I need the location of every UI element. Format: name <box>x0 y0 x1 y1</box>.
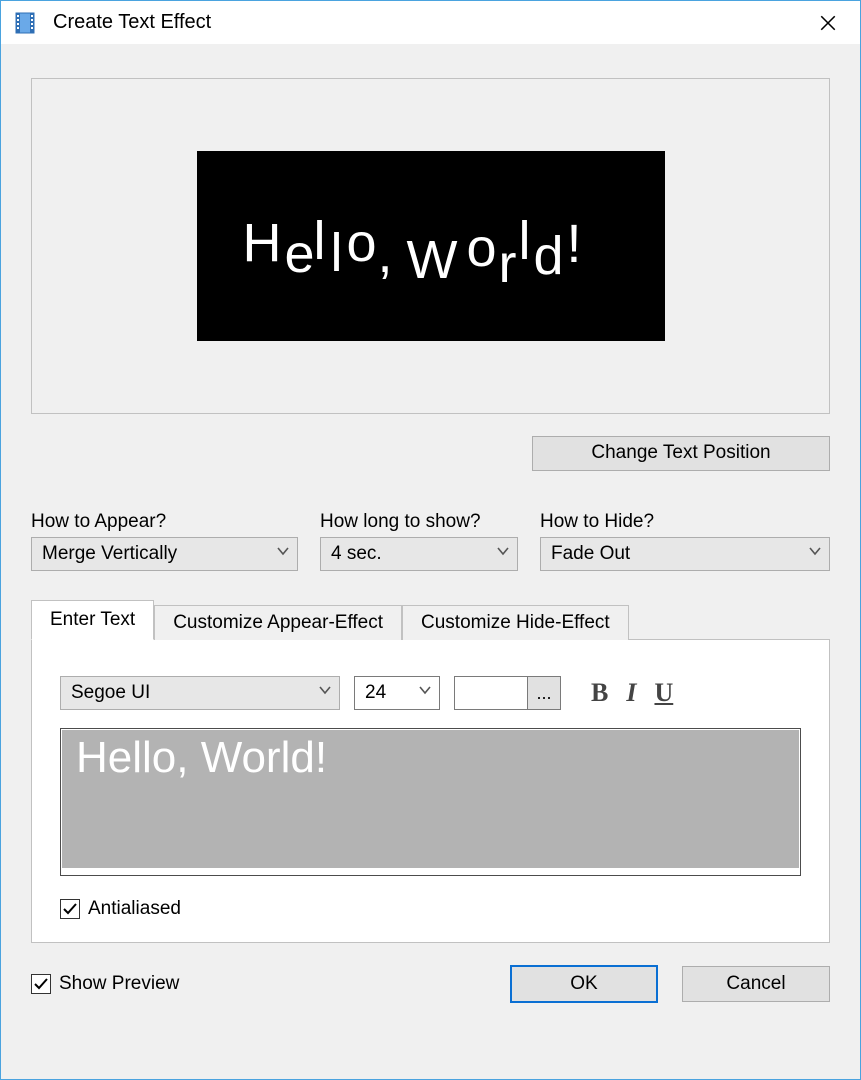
change-text-position-button[interactable]: Change Text Position <box>532 436 830 471</box>
color-more-button[interactable]: ... <box>527 676 561 710</box>
duration-value: 4 sec. <box>331 543 382 565</box>
antialiased-row: Antialiased <box>60 898 801 920</box>
hide-value: Fade Out <box>551 543 630 565</box>
tab-body: Segoe UI 24 ... B I U <box>31 639 830 943</box>
font-size-value: 24 <box>365 682 386 704</box>
color-picker: ... <box>454 676 561 710</box>
preview-glyph: , <box>378 227 393 281</box>
appear-combo[interactable]: Merge Vertically <box>31 537 298 571</box>
param-duration: How long to show? 4 sec. <box>320 511 518 571</box>
window-title: Create Text Effect <box>53 11 800 34</box>
font-family-combo[interactable]: Segoe UI <box>60 676 340 710</box>
font-row: Segoe UI 24 ... B I U <box>60 676 801 710</box>
antialiased-checkbox[interactable] <box>60 899 80 919</box>
client-area: Hello,World! Change Text Position How to… <box>1 44 860 1079</box>
preview-frame: Hello,World! <box>31 78 830 414</box>
preview-glyph: r <box>499 237 517 291</box>
text-input[interactable]: Hello, World! <box>62 730 799 868</box>
tab-enter-text[interactable]: Enter Text <box>31 600 154 640</box>
duration-combo[interactable]: 4 sec. <box>320 537 518 571</box>
underline-button[interactable]: U <box>654 678 673 708</box>
font-family-value: Segoe UI <box>71 682 150 704</box>
appear-label: How to Appear? <box>31 511 298 533</box>
ok-button[interactable]: OK <box>510 965 658 1003</box>
preview-glyph: l <box>519 214 531 268</box>
show-preview-checkbox[interactable] <box>31 974 51 994</box>
effect-params: How to Appear? Merge Vertically How long… <box>31 511 830 571</box>
cancel-button[interactable]: Cancel <box>682 966 830 1002</box>
preview-glyph: o <box>467 221 497 275</box>
tab-customize-appear[interactable]: Customize Appear-Effect <box>154 605 402 640</box>
preview-glyph: l <box>314 214 326 268</box>
chevron-down-icon <box>317 682 333 704</box>
preview-glyph: e <box>285 227 315 281</box>
text-input-frame: Hello, World! <box>60 728 801 876</box>
preview-glyph: d <box>534 229 564 283</box>
close-icon <box>819 14 837 32</box>
chevron-down-icon <box>495 543 511 565</box>
show-preview-label: Show Preview <box>59 973 179 995</box>
duration-label: How long to show? <box>320 511 518 533</box>
preview-canvas: Hello,World! <box>197 151 665 341</box>
dialog-window: Create Text Effect Hello,World! Change T… <box>0 0 861 1080</box>
tab-strip: Enter Text Customize Appear-Effect Custo… <box>31 599 830 639</box>
font-size-combo[interactable]: 24 <box>354 676 440 710</box>
preview-glyph: l <box>331 226 343 280</box>
tabs: Enter Text Customize Appear-Effect Custo… <box>31 599 830 943</box>
preview-glyph: H <box>243 216 282 270</box>
style-buttons: B I U <box>591 678 673 708</box>
dialog-footer: Show Preview OK Cancel <box>31 965 830 1003</box>
tab-customize-hide[interactable]: Customize Hide-Effect <box>402 605 629 640</box>
close-button[interactable] <box>800 1 856 44</box>
param-hide: How to Hide? Fade Out <box>540 511 830 571</box>
param-appear: How to Appear? Merge Vertically <box>31 511 298 571</box>
preview-glyph: o <box>347 216 377 270</box>
italic-button[interactable]: I <box>626 678 636 708</box>
title-bar: Create Text Effect <box>1 1 860 44</box>
check-icon <box>33 976 49 992</box>
chevron-down-icon <box>807 543 823 565</box>
preview-glyph: ! <box>567 217 582 271</box>
hide-label: How to Hide? <box>540 511 830 533</box>
film-icon <box>13 11 37 35</box>
chevron-down-icon <box>275 543 291 565</box>
change-position-row: Change Text Position <box>31 436 830 471</box>
appear-value: Merge Vertically <box>42 543 177 565</box>
preview-glyph: W <box>407 233 458 287</box>
hide-combo[interactable]: Fade Out <box>540 537 830 571</box>
antialiased-label: Antialiased <box>88 898 181 920</box>
bold-button[interactable]: B <box>591 678 608 708</box>
color-swatch[interactable] <box>454 676 528 710</box>
chevron-down-icon <box>417 682 433 704</box>
check-icon <box>62 901 78 917</box>
